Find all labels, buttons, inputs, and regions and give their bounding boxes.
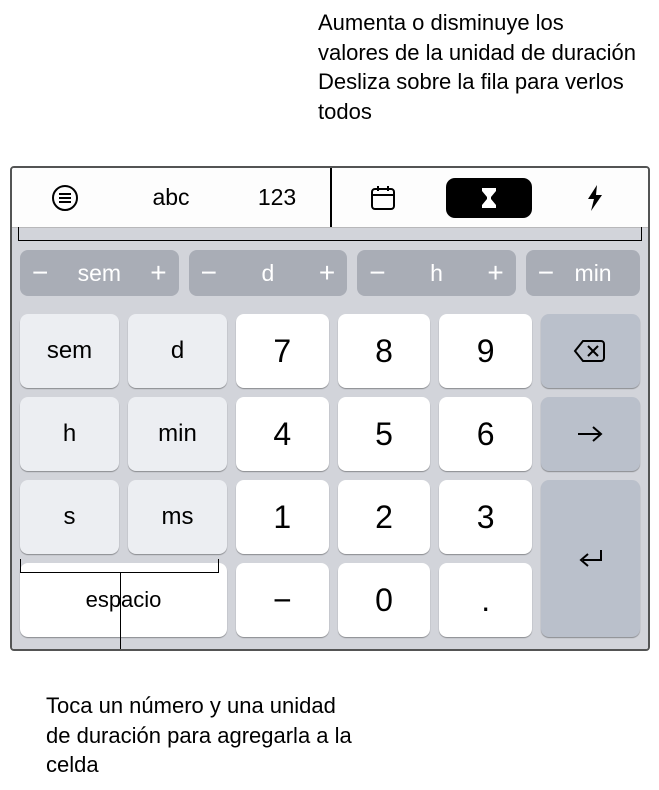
digit-4[interactable]: 4 — [236, 397, 329, 471]
keypad: sem d 7 8 9 h min 4 5 6 s ms 1 2 3 espac… — [12, 304, 648, 649]
duration-mode-button[interactable] — [436, 168, 542, 227]
hourglass-icon — [478, 185, 500, 211]
unit-label: sem — [48, 260, 150, 287]
digit-6[interactable]: 6 — [439, 397, 532, 471]
unit-key-min[interactable]: min — [128, 397, 227, 471]
digit-0[interactable]: 0 — [338, 563, 431, 637]
digit-3[interactable]: 3 — [439, 480, 532, 554]
minus-icon[interactable]: − — [369, 259, 385, 287]
list-mode-button[interactable] — [12, 168, 118, 227]
unit-stepper-h[interactable]: − h + — [357, 250, 516, 296]
digit-5[interactable]: 5 — [338, 397, 431, 471]
list-icon — [51, 184, 79, 212]
minus-icon[interactable]: − — [201, 259, 217, 287]
abc-mode-button[interactable]: abc — [118, 168, 224, 227]
unit-label: d — [217, 260, 319, 287]
unit-key-sem[interactable]: sem — [20, 314, 119, 388]
digit-9[interactable]: 9 — [439, 314, 532, 388]
annotation-top: Aumenta o disminuye los valores de la un… — [318, 8, 638, 127]
unit-key-d[interactable]: d — [128, 314, 227, 388]
plus-icon[interactable]: + — [319, 259, 335, 287]
formula-mode-button[interactable] — [542, 168, 648, 227]
dot-key[interactable]: . — [439, 563, 532, 637]
unit-key-s[interactable]: s — [20, 480, 119, 554]
bolt-icon — [584, 183, 606, 213]
plus-icon[interactable]: + — [487, 259, 503, 287]
digit-8[interactable]: 8 — [338, 314, 431, 388]
minus-key[interactable]: − — [236, 563, 329, 637]
bracket-top — [18, 227, 642, 241]
unit-stepper-d[interactable]: − d + — [189, 250, 348, 296]
date-mode-button[interactable] — [330, 168, 436, 227]
unit-label: min — [554, 260, 632, 287]
annotation-bottom: Toca un número y una unidad de duración … — [46, 691, 356, 780]
unit-stepper-sem[interactable]: − sem + — [20, 250, 179, 296]
unit-label: h — [386, 260, 488, 287]
minus-icon[interactable]: − — [538, 259, 554, 287]
backspace-key[interactable] — [541, 314, 640, 388]
numeric-mode-button[interactable]: 123 — [224, 168, 330, 227]
duration-keyboard: abc 123 − sem + − d + − h + — [10, 166, 650, 651]
return-icon — [575, 547, 605, 571]
digit-1[interactable]: 1 — [236, 480, 329, 554]
return-key[interactable] — [541, 480, 640, 637]
digit-7[interactable]: 7 — [236, 314, 329, 388]
digit-2[interactable]: 2 — [338, 480, 431, 554]
space-key[interactable]: espacio — [20, 563, 227, 637]
unit-stepper-min[interactable]: − min — [526, 250, 640, 296]
backspace-icon — [573, 338, 607, 364]
unit-key-ms[interactable]: ms — [128, 480, 227, 554]
plus-icon[interactable]: + — [150, 259, 166, 287]
next-key[interactable] — [541, 397, 640, 471]
calendar-icon — [368, 183, 398, 213]
arrow-right-icon — [575, 424, 605, 444]
minus-icon[interactable]: − — [32, 259, 48, 287]
unit-key-h[interactable]: h — [20, 397, 119, 471]
bracket-bottom — [20, 559, 219, 573]
